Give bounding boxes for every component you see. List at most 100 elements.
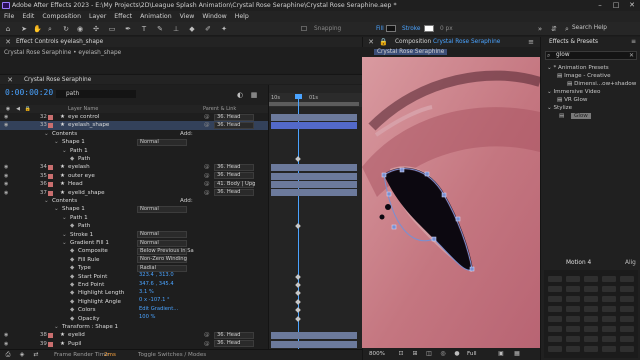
- tab-motion[interactable]: Motion 4: [566, 260, 591, 266]
- property-name[interactable]: Path 1: [70, 214, 88, 222]
- layer-row[interactable]: ◉ 35 ★ outer eye @36. Head: [0, 172, 268, 180]
- stopwatch-icon[interactable]: ◆: [70, 315, 74, 323]
- pick-whip-icon[interactable]: @: [204, 163, 210, 171]
- visibility-icon[interactable]: ◉: [4, 340, 10, 348]
- keyframe-marker[interactable]: [295, 315, 301, 322]
- layer-duration-bar[interactable]: [271, 113, 357, 121]
- property-value[interactable]: 323.4 , 313.0: [137, 273, 187, 280]
- motion-tool-button[interactable]: [620, 306, 634, 312]
- layer-name[interactable]: eyelash_shape: [68, 121, 109, 129]
- pick-whip-icon[interactable]: @: [204, 121, 210, 129]
- layer-duration-bar[interactable]: [271, 332, 357, 340]
- property-row[interactable]: ⌄ Contents Add:: [0, 130, 268, 138]
- stopwatch-icon[interactable]: ◆: [70, 264, 74, 272]
- parent-dropdown[interactable]: 36. Head: [214, 113, 254, 121]
- stopwatch-icon[interactable]: ◆: [70, 298, 74, 306]
- sync-icon[interactable]: ⇵: [550, 25, 558, 33]
- magnification-dropdown[interactable]: 800%: [369, 351, 385, 357]
- motion-tool-button[interactable]: [620, 326, 634, 332]
- effects-tree-item[interactable]: ⌄ * Animation Presets: [547, 65, 609, 71]
- layer-row[interactable]: ◉ 38 ★ eyelid @36. Head: [0, 331, 268, 340]
- effects-tree-item[interactable]: ▤ Image - Creative: [557, 73, 611, 79]
- lock-icon[interactable]: 🔒: [379, 38, 388, 46]
- motion-tool-button[interactable]: [602, 316, 616, 322]
- parent-dropdown[interactable]: 36. Head: [214, 332, 254, 340]
- channel-icon[interactable]: ●: [453, 350, 461, 358]
- property-dropdown[interactable]: Normal: [137, 239, 187, 247]
- panel-menu-icon[interactable]: ≡: [527, 38, 535, 46]
- label-color-swatch[interactable]: [48, 190, 53, 196]
- stopwatch-icon[interactable]: ◆: [70, 247, 74, 255]
- snapshot-icon[interactable]: ◎: [439, 350, 447, 358]
- parent-link-column[interactable]: Parent & Link: [203, 106, 236, 112]
- keyframe-marker[interactable]: [295, 273, 301, 280]
- close-tab-icon[interactable]: ✕: [367, 38, 375, 46]
- menu-window[interactable]: Window: [202, 13, 226, 20]
- property-value[interactable]: 0 x -107.1 °: [137, 298, 187, 305]
- region-of-interest-icon[interactable]: ▣: [497, 350, 505, 358]
- add-content-button[interactable]: Add:: [180, 197, 193, 205]
- camera-tool-icon[interactable]: ◉: [76, 25, 84, 33]
- keyframe-marker[interactable]: [295, 290, 301, 297]
- property-name[interactable]: Fill Rule: [78, 256, 99, 264]
- property-name[interactable]: Shape 1: [62, 205, 85, 213]
- motion-tool-button[interactable]: [548, 306, 562, 312]
- fit-icon[interactable]: ⊡: [397, 350, 405, 358]
- search-help-field[interactable]: Search Help: [572, 25, 632, 34]
- visibility-icon[interactable]: ◉: [4, 180, 10, 188]
- search-help-icon[interactable]: ⌕: [563, 25, 571, 33]
- visibility-icon[interactable]: ◉: [4, 189, 10, 197]
- menu-effect[interactable]: Effect: [114, 13, 132, 20]
- label-color-swatch[interactable]: [48, 165, 53, 171]
- property-name[interactable]: Highlight Length: [78, 289, 124, 297]
- transfer-controls-icon[interactable]: ⇄: [32, 351, 40, 359]
- property-row[interactable]: ◆ Type Radial: [0, 264, 268, 272]
- motion-tool-button[interactable]: [602, 286, 616, 292]
- expand-twirl-icon[interactable]: ⌄: [54, 323, 59, 331]
- expand-twirl-icon[interactable]: ⌄: [54, 138, 59, 146]
- menu-view[interactable]: View: [180, 13, 195, 20]
- stopwatch-icon[interactable]: ◆: [70, 155, 74, 163]
- graph-editor-icon[interactable]: ▦: [250, 91, 258, 99]
- close-icon[interactable]: ✕: [624, 0, 640, 11]
- visibility-icon[interactable]: ◉: [4, 331, 10, 339]
- motion-tool-button[interactable]: [602, 336, 616, 342]
- expand-twirl-icon[interactable]: ⌄: [62, 239, 67, 247]
- property-name[interactable]: End Point: [78, 281, 104, 289]
- property-value[interactable]: 100 %: [137, 315, 187, 322]
- pick-whip-icon[interactable]: @: [204, 331, 210, 339]
- property-value[interactable]: Edit Gradient...: [137, 306, 187, 314]
- tab-timeline-crystal-rose[interactable]: Crystal Rose Seraphine: [24, 77, 91, 83]
- motion-tool-button[interactable]: [602, 346, 616, 352]
- motion-tool-button[interactable]: [584, 316, 598, 322]
- zoom-tool-icon[interactable]: ⌕: [46, 25, 54, 33]
- layer-name[interactable]: Head: [68, 180, 83, 188]
- panel-menu-icon[interactable]: ≡: [631, 38, 636, 45]
- stopwatch-icon[interactable]: ◆: [70, 281, 74, 289]
- effect-item-glow[interactable]: Glow: [571, 113, 591, 119]
- layer-switch-icon[interactable]: ◈: [18, 351, 26, 359]
- pick-whip-icon[interactable]: @: [204, 189, 210, 197]
- layer-row[interactable]: ◉ 36 ★ Head @41. Body | Upg: [0, 180, 268, 188]
- snapping-label[interactable]: Snapping: [314, 26, 341, 32]
- motion-tool-button[interactable]: [548, 276, 562, 282]
- layer-name[interactable]: eyelid: [68, 331, 85, 339]
- eraser-tool-icon[interactable]: ◆: [188, 25, 196, 33]
- motion-tool-button[interactable]: [566, 276, 580, 282]
- grid-icon[interactable]: ⊞: [411, 350, 419, 358]
- property-dropdown[interactable]: Non-Zero Winding: [137, 256, 187, 264]
- keyframe-marker[interactable]: [295, 223, 301, 230]
- resolution-dropdown[interactable]: Full: [467, 351, 477, 357]
- layer-duration-bar[interactable]: [271, 189, 357, 197]
- property-name[interactable]: Stroke 1: [70, 231, 93, 239]
- pick-whip-icon[interactable]: @: [204, 180, 210, 188]
- label-color-swatch[interactable]: [48, 123, 53, 129]
- layer-duration-bar[interactable]: [271, 164, 357, 172]
- stopwatch-icon[interactable]: ◆: [70, 289, 74, 297]
- puppet-tool-icon[interactable]: ✦: [220, 25, 228, 33]
- property-name[interactable]: Start Point: [78, 273, 107, 281]
- add-content-button[interactable]: Add:: [180, 130, 193, 138]
- hand-tool-icon[interactable]: ✋: [33, 25, 42, 33]
- pan-behind-tool-icon[interactable]: ✣: [92, 25, 100, 33]
- property-row[interactable]: ◆ Composite Below Previous in Sa: [0, 247, 268, 256]
